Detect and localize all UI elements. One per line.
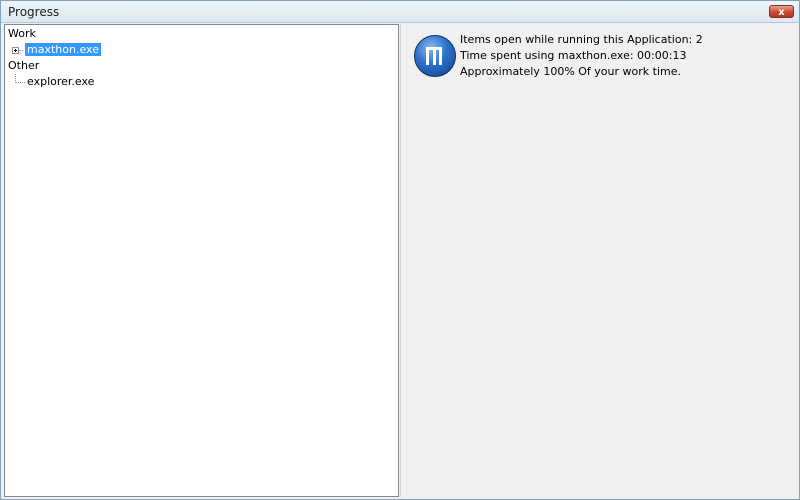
- application-tree-panel[interactable]: Work maxthon.exe Other explorer.exe: [4, 24, 399, 497]
- tree-item-explorer[interactable]: explorer.exe: [27, 75, 94, 88]
- items-open-text: Items open while running this Applicatio…: [460, 33, 703, 46]
- tree-group-work[interactable]: Work: [8, 27, 36, 40]
- tree-group-other[interactable]: Other: [8, 59, 39, 72]
- application-stats: Items open while running this Applicatio…: [460, 32, 703, 80]
- time-spent-text: Time spent using maxthon.exe: 00:00:13: [460, 49, 687, 62]
- tree-item-maxthon[interactable]: maxthon.exe: [24, 42, 102, 57]
- progress-window: Progress x Work maxthon.exe Other explor…: [0, 0, 800, 500]
- title-bar: Progress x: [1, 1, 799, 23]
- maxthon-app-icon: [414, 35, 456, 77]
- tree-connector-line: [15, 82, 25, 83]
- details-panel: Items open while running this Applicatio…: [400, 24, 798, 497]
- window-title: Progress: [8, 5, 60, 19]
- expand-plus-icon[interactable]: [12, 47, 19, 54]
- work-time-percentage-text: Approximately 100% Of your work time.: [460, 65, 681, 78]
- close-button[interactable]: x: [769, 5, 794, 18]
